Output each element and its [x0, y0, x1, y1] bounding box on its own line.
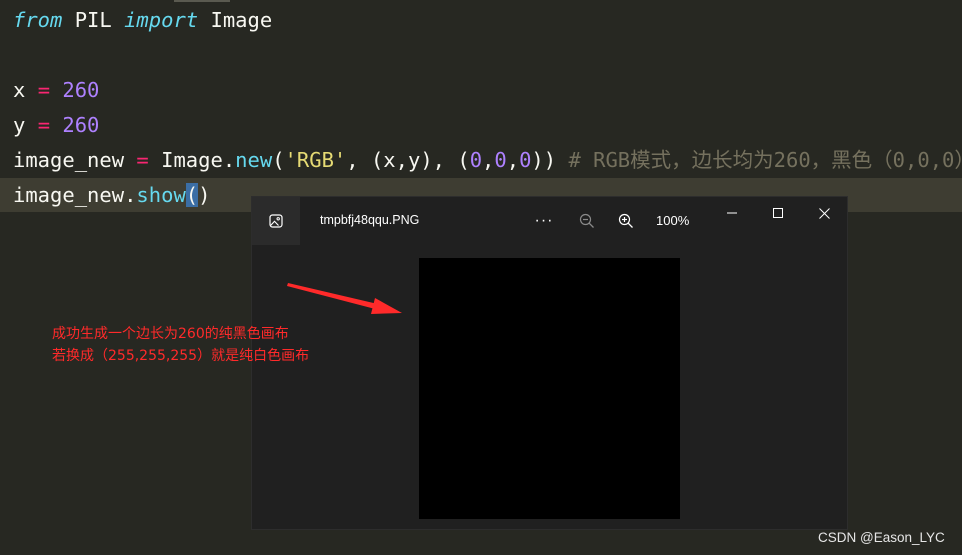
code-token: PIL [62, 8, 125, 32]
image-viewer-window[interactable]: tmpbfj48qqu.PNG ··· 100% [251, 196, 848, 530]
maximize-button[interactable] [755, 197, 801, 229]
code-token: ) [198, 183, 211, 207]
zoom-in-button[interactable] [608, 203, 644, 239]
annotation-line-2: 若换成（255,255,255）就是纯白色画布 [52, 348, 310, 364]
file-name: tmpbfj48qqu.PNG [320, 213, 420, 227]
code-line[interactable]: from PIL import Image [13, 3, 272, 37]
code-token: , [482, 148, 495, 172]
code-line[interactable]: y = 260 [13, 108, 99, 142]
code-token: 0 [469, 148, 483, 172]
code-token: new [235, 148, 273, 172]
code-token: show [136, 183, 186, 207]
close-icon [818, 207, 830, 219]
code-token: , (x,y), ( [346, 148, 470, 172]
minimize-icon [727, 212, 737, 214]
zoom-in-icon [618, 213, 633, 228]
code-token: 260 [62, 78, 100, 102]
zoom-level[interactable]: 100% [656, 213, 689, 228]
code-line[interactable]: image_new.show() [13, 178, 210, 212]
zoom-out-button[interactable] [569, 203, 605, 239]
code-token: , [506, 148, 520, 172]
code-token: = [37, 113, 51, 137]
code-line[interactable]: image_new = Image.new('RGB', (x,y), (0,0… [13, 143, 962, 177]
code-token: 260 [62, 113, 100, 137]
code-token: 0 [494, 148, 507, 172]
minimize-button[interactable] [709, 197, 755, 229]
code-token: from [13, 8, 63, 32]
code-token: y [13, 113, 38, 137]
code-line[interactable]: x = 260 [13, 73, 99, 107]
close-button[interactable] [801, 197, 847, 229]
viewer-titlebar[interactable]: tmpbfj48qqu.PNG ··· 100% [252, 197, 847, 245]
code-token: )) [531, 148, 569, 172]
code-token: 'RGB' [284, 148, 347, 172]
image-app-icon[interactable] [252, 197, 300, 245]
code-token: 0 [519, 148, 532, 172]
code-token: Image. [148, 148, 236, 172]
code-token: = [37, 78, 51, 102]
code-token: import [124, 8, 199, 32]
annotation-line-1: 成功生成一个边长为260的纯黑色画布 [52, 326, 289, 342]
code-token: image_new [13, 148, 137, 172]
selected-bracket: ( [185, 183, 199, 207]
editor-tab-edge [174, 0, 230, 2]
code-token: image_new. [13, 183, 137, 207]
watermark: CSDN @Eason_LYC [818, 530, 945, 545]
code-token: Image [198, 8, 273, 32]
code-token: # RGB模式，边长均为260，黑色（0,0,0）\ [568, 148, 962, 172]
black-canvas-image [419, 258, 680, 519]
code-token: x [13, 78, 38, 102]
arrow-annotation [287, 283, 402, 314]
code-token: = [136, 148, 149, 172]
maximize-icon [773, 208, 783, 218]
zoom-out-icon [579, 213, 594, 228]
more-options-button[interactable]: ··· [526, 203, 562, 239]
code-token: ( [272, 148, 285, 172]
